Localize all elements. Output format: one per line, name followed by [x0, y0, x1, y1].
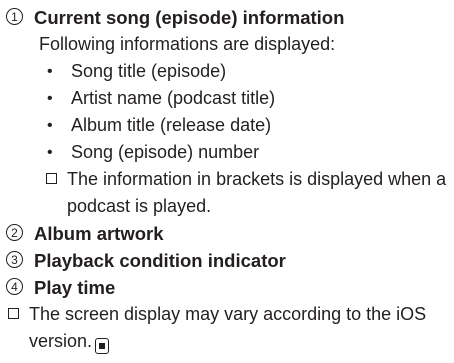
list-item: • Album title (release date): [47, 112, 454, 139]
intro-text: Following informations are displayed:: [39, 34, 336, 54]
note-checkbox-icon: [8, 308, 19, 319]
list-item: • Artist name (podcast title): [47, 85, 454, 112]
note-checkbox-icon: [46, 173, 57, 184]
bullet-icon: •: [47, 90, 53, 107]
note-screen-display: The screen display may vary according to…: [6, 301, 454, 355]
bullet-icon: •: [47, 144, 53, 161]
bullet-text: Song (episode) number: [71, 142, 260, 162]
item-title: Album artwork: [34, 223, 164, 244]
bullet-icon: •: [47, 63, 53, 80]
end-of-section-icon: [95, 338, 110, 354]
bullet-text: Song title (episode): [71, 61, 227, 81]
list-item: • Song title (episode): [47, 58, 454, 85]
item-title: Current song (episode) information: [34, 7, 345, 28]
note-brackets-text: The information in brackets is displayed…: [67, 169, 447, 216]
item-album-artwork: 2 Album artwork: [6, 220, 454, 247]
note-brackets: The information in brackets is displayed…: [44, 166, 454, 220]
circled-number-3: 3: [6, 251, 23, 268]
note-screen-text: The screen display may vary according to…: [29, 301, 454, 355]
item-title: Play time: [34, 277, 116, 298]
bullet-text: Artist name (podcast title): [71, 88, 276, 108]
item-play-time: 4 Play time: [6, 274, 454, 301]
bullet-text: Album title (release date): [71, 115, 272, 135]
item-title: Playback condition indicator: [34, 250, 286, 271]
manual-page: 1 Current song (episode) information Fol…: [0, 0, 454, 363]
bullet-list: • Song title (episode) • Artist name (po…: [6, 58, 454, 166]
note-screen-text-content: The screen display may vary according to…: [29, 304, 427, 351]
bullet-icon: •: [47, 117, 53, 134]
list-item: • Song (episode) number: [47, 139, 454, 166]
circled-number-4: 4: [6, 278, 23, 295]
item-playback-indicator: 3 Playback condition indicator: [6, 247, 454, 274]
circled-number-2: 2: [6, 224, 23, 241]
circled-number-1: 1: [6, 8, 23, 25]
item-current-song-info: 1 Current song (episode) information: [6, 4, 454, 31]
